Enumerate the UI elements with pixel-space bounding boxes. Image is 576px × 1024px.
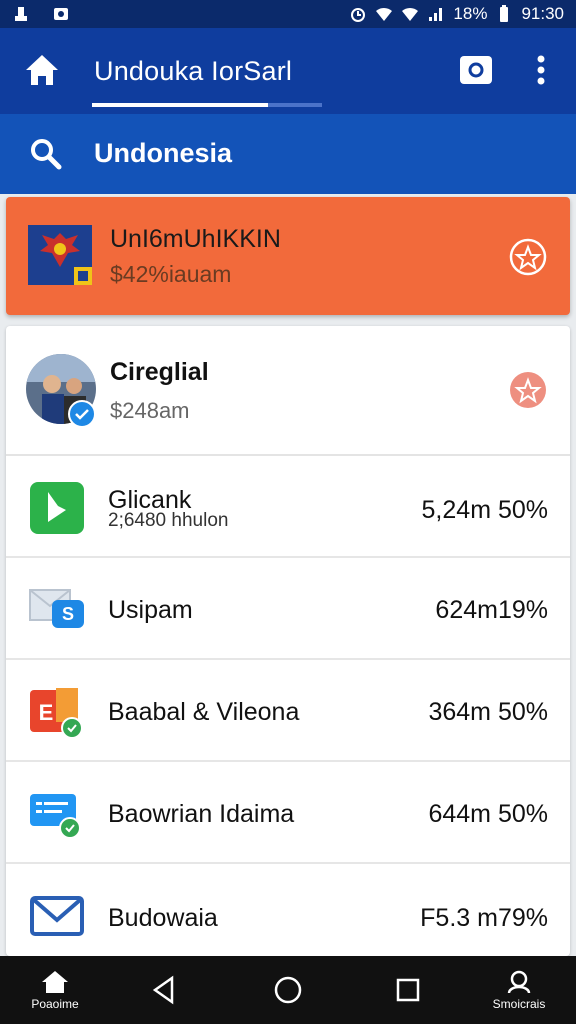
nav-home[interactable]: Poaoime — [24, 956, 86, 1024]
search-icon[interactable] — [28, 136, 64, 172]
nav-profile[interactable]: Smoicrais — [484, 956, 554, 1024]
row-value: 364m 50% — [428, 698, 548, 726]
search-input[interactable]: Undonesia — [94, 138, 232, 169]
chat-app-icon — [30, 794, 81, 839]
home-icon — [42, 971, 68, 993]
notification-icon — [15, 7, 27, 21]
search-bar[interactable]: Undonesia — [0, 114, 576, 194]
profile-subtitle: $248am — [110, 398, 190, 423]
nav-recents[interactable] — [386, 956, 430, 1024]
app-bar: Undouka IorSarl — [0, 28, 576, 114]
row-subtitle: 2;6480 hhulon — [108, 510, 229, 531]
row-title: Baowrian Idaima — [108, 800, 295, 828]
battery-icon — [500, 5, 509, 22]
alarm-icon — [351, 8, 366, 22]
list-item[interactable]: E Baabal & Vileona 364m 50% — [6, 660, 570, 762]
list-item[interactable]: Budowaia F5.3 m79% — [6, 864, 570, 956]
user-icon — [507, 970, 531, 994]
nav-back[interactable] — [142, 956, 186, 1024]
nav-home-circle[interactable] — [266, 956, 310, 1024]
wifi-icon — [376, 7, 393, 21]
row-title: Baabal & Vileona — [108, 698, 300, 726]
wifi-icon — [402, 7, 419, 21]
profile-title: Cireglial — [110, 358, 209, 386]
battery-percent: 18% — [453, 4, 488, 23]
tab-indicator — [92, 103, 268, 107]
green-app-icon — [30, 482, 84, 534]
back-icon — [152, 975, 174, 1005]
row-title: Budowaia — [108, 904, 218, 932]
app-usage-list: Cireglial $248am Glicank 2;6480 hhulon 5… — [6, 326, 570, 956]
highlight-card[interactable]: UnI6mUhIKKIN $42%iauam — [6, 197, 570, 315]
office-app-icon: E — [30, 688, 83, 739]
messaging-icon: S — [29, 589, 84, 628]
image-icon — [54, 8, 68, 20]
camera-icon[interactable] — [458, 52, 494, 88]
list-item[interactable]: Glicank 2;6480 hhulon 5,24m 50% — [6, 456, 570, 558]
tab-indicator-secondary — [268, 103, 322, 107]
nav-home-label: Poaoime — [31, 997, 79, 1011]
signal-icon — [429, 8, 443, 21]
status-bar: 18% 91:30 — [0, 0, 576, 28]
home-icon[interactable] — [22, 50, 62, 90]
list-item[interactable]: Baowrian Idaima 644m 50% — [6, 762, 570, 864]
mail-icon — [30, 896, 84, 936]
more-vert-icon[interactable] — [528, 50, 554, 90]
row-value: 624m19% — [435, 596, 548, 624]
star-action-icon[interactable] — [508, 370, 548, 410]
row-value: F5.3 m79% — [420, 904, 548, 932]
emblem-icon — [28, 225, 92, 285]
home-circle-icon — [274, 976, 302, 1004]
highlight-subtitle: $42%iauam — [110, 261, 232, 287]
nav-profile-label: Smoicrais — [492, 997, 546, 1011]
highlight-title: UnI6mUhIKKIN — [110, 225, 281, 253]
profile-row[interactable]: Cireglial $248am — [6, 326, 570, 456]
navigation-bar: Poaoime Smoicrais — [0, 956, 576, 1024]
verified-badge-icon — [68, 400, 96, 428]
row-value: 5,24m 50% — [421, 496, 548, 524]
app-title: Undouka IorSarl — [94, 56, 293, 86]
svg-text:E: E — [39, 700, 54, 725]
recents-icon — [396, 978, 420, 1002]
star-action-icon[interactable] — [508, 237, 548, 277]
row-value: 644m 50% — [428, 800, 548, 828]
row-title: Usipam — [108, 596, 193, 624]
svg-text:S: S — [62, 604, 74, 624]
list-item[interactable]: S Usipam 624m19% — [6, 558, 570, 660]
clock: 91:30 — [521, 4, 564, 23]
